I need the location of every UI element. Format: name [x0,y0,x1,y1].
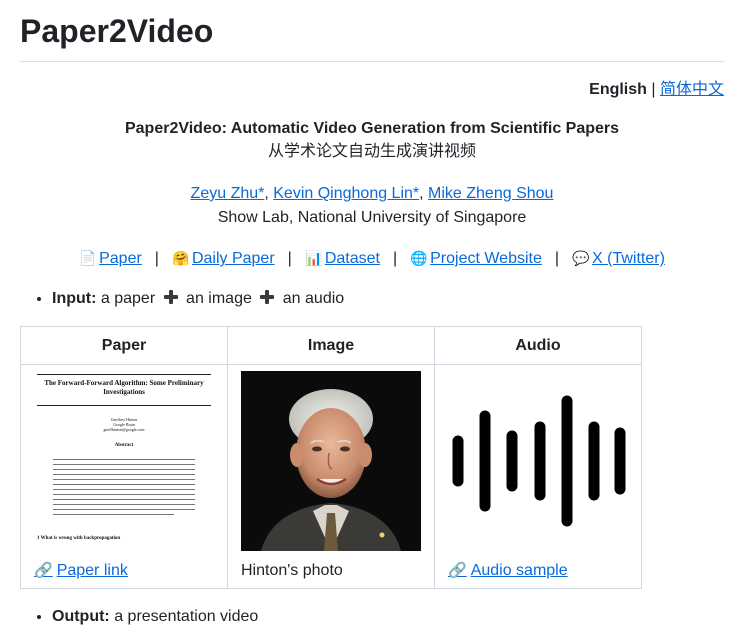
document-icon: 📄 [79,250,97,266]
link-dataset[interactable]: 📊 Dataset [305,250,380,267]
audio-link-label: Audio sample [470,562,568,579]
paper-thumb-bottom-rule [37,405,211,406]
paper-link[interactable]: 🔗 Paper link [34,562,128,579]
input-list: Input: a paper an image an audio [20,287,724,311]
author-link-kevin-lin[interactable]: Kevin Qinghong Lin* [273,185,419,202]
paper-title-en: Paper2Video: Automatic Video Generation … [124,120,620,137]
hugging-face-icon: 🤗 [172,250,190,266]
link-icon: 🔗 [448,562,467,579]
link-dataset-label: Dataset [324,250,380,267]
table-row: The Forward-Forward Algorithm: Some Prel… [20,364,642,589]
author-link-mike-shou[interactable]: Mike Zheng Shou [428,185,553,202]
paper-thumb-email: geoffhinton@google.com [103,427,145,432]
link-daily-paper-label: Daily Paper [191,250,275,267]
plus-icon [162,288,180,306]
table-header-paper: Paper [20,326,228,365]
paper-thumb-abstract-heading: Abstract [114,443,134,448]
table-cell-image: Hinton's photo [227,364,435,589]
language-link-zh[interactable]: 简体中文 [660,81,724,98]
link-project-website-label: Project Website [430,250,542,267]
paper-thumb-text-line [53,474,195,475]
link-icon: 🔗 [34,562,53,579]
paper-thumb-text-line [53,514,174,515]
paper-thumb-title: The Forward-Forward Algorithm: Some Prel… [44,379,204,396]
language-current: English [589,81,647,98]
paper-thumb-text-line [53,484,195,485]
link-project-website[interactable]: 🌐 Project Website [410,250,542,267]
input-part-image: an image [186,290,252,307]
table-cell-paper: The Forward-Forward Algorithm: Some Prel… [20,364,228,589]
output-text: a presentation video [114,608,259,625]
author-list: Zeyu Zhu*, Kevin Qinghong Lin*, Mike Zhe… [190,185,554,202]
language-switcher: English | 简体中文 [20,79,724,101]
readme-content: Paper2Video English | 简体中文 Paper2Video: … [0,0,735,629]
paper-thumb-text-line [53,509,195,510]
plus-icon [258,288,276,306]
input-part-paper: a paper [100,290,156,307]
paper-title-zh: 从学术论文自动生成演讲视频 [267,143,476,160]
output-list: Output: a presentation video [20,605,724,629]
affiliation: Show Lab, National University of Singapo… [217,209,527,226]
paper-thumb-text-line [53,499,195,500]
link-separator: | [554,250,560,267]
input-table: Paper Image Audio The Forward-Forward Al… [20,326,642,589]
page-title: Paper2Video [20,0,724,62]
link-twitter[interactable]: 💬 X (Twitter) [572,250,665,267]
input-item: Input: a paper an image an audio [52,287,724,311]
hinton-photo[interactable] [241,371,421,551]
paper-link-label: Paper link [56,562,128,579]
paper-link-row: 🔗 Paper link [34,559,214,583]
paper-thumb-text-line [53,464,195,465]
link-daily-paper[interactable]: 🤗 Daily Paper [172,250,275,267]
globe-icon: 🌐 [410,250,428,266]
image-caption: Hinton's photo [241,562,343,579]
link-separator: | [287,250,292,267]
paper-thumb-text-line [53,479,195,480]
link-paper-label: Paper [99,250,142,267]
table-header-image: Image [227,326,435,365]
output-label: Output: [52,608,110,625]
waveform-icon [452,395,626,527]
paper-thumb-text-line [53,489,195,490]
language-separator: | [651,81,656,98]
input-label: Input: [52,290,97,307]
paper-thumb-text-line [53,494,195,495]
audio-link-row: 🔗 Audio sample [448,559,628,583]
input-part-audio: an audio [282,290,345,307]
paper-thumb-section: 1 What is wrong with backpropagation [37,536,121,541]
resource-links: 📄 Paper | 🤗 Daily Paper | 📊 Dataset | 🌐 Project We… [20,246,724,271]
table-cell-audio: 🔗 Audio sample [434,364,642,589]
table-header-audio: Audio [434,326,642,365]
author-link-zeyu-zhu[interactable]: Zeyu Zhu* [191,185,265,202]
link-paper[interactable]: 📄 Paper [79,250,142,267]
paper-thumb-text-line [53,469,195,470]
speech-bubble-icon: 💬 [572,250,590,266]
audio-link[interactable]: 🔗 Audio sample [448,562,568,579]
audio-waveform[interactable] [448,371,628,551]
paper-thumbnail[interactable]: The Forward-Forward Algorithm: Some Prel… [34,371,214,551]
bar-chart-icon: 📊 [305,250,323,266]
link-twitter-label: X (Twitter) [592,250,665,267]
link-separator: | [154,250,159,267]
paper-thumb-text-line [53,459,195,460]
table-header-row: Paper Image Audio [20,326,642,365]
link-separator: | [392,250,398,267]
paper-thumb-top-rule [37,374,211,375]
paper-thumb-text-line [53,504,195,505]
output-item: Output: a presentation video [52,605,724,629]
